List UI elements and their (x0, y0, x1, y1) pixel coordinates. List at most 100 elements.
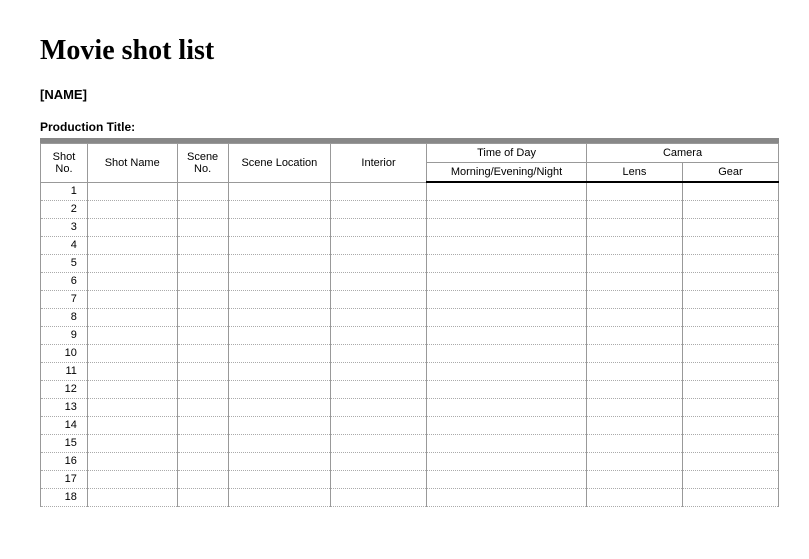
cell-empty[interactable] (87, 290, 177, 308)
cell-empty[interactable] (682, 416, 778, 434)
cell-empty[interactable] (427, 362, 587, 380)
cell-empty[interactable] (427, 344, 587, 362)
cell-empty[interactable] (587, 290, 683, 308)
cell-empty[interactable] (682, 470, 778, 488)
cell-empty[interactable] (587, 326, 683, 344)
cell-empty[interactable] (587, 452, 683, 470)
cell-empty[interactable] (427, 452, 587, 470)
cell-empty[interactable] (427, 488, 587, 506)
cell-empty[interactable] (331, 290, 427, 308)
cell-empty[interactable] (177, 200, 228, 218)
cell-empty[interactable] (331, 452, 427, 470)
cell-empty[interactable] (682, 218, 778, 236)
cell-empty[interactable] (228, 488, 330, 506)
cell-empty[interactable] (587, 272, 683, 290)
cell-empty[interactable] (331, 470, 427, 488)
cell-empty[interactable] (87, 380, 177, 398)
cell-empty[interactable] (682, 452, 778, 470)
cell-shot-no[interactable]: 17 (41, 470, 88, 488)
cell-empty[interactable] (427, 380, 587, 398)
cell-empty[interactable] (87, 326, 177, 344)
cell-empty[interactable] (87, 434, 177, 452)
cell-empty[interactable] (228, 470, 330, 488)
cell-empty[interactable] (682, 200, 778, 218)
cell-empty[interactable] (587, 344, 683, 362)
cell-empty[interactable] (228, 308, 330, 326)
cell-empty[interactable] (587, 236, 683, 254)
cell-empty[interactable] (228, 416, 330, 434)
cell-shot-no[interactable]: 11 (41, 362, 88, 380)
cell-empty[interactable] (427, 290, 587, 308)
cell-empty[interactable] (682, 290, 778, 308)
cell-empty[interactable] (228, 200, 330, 218)
cell-empty[interactable] (177, 344, 228, 362)
cell-empty[interactable] (682, 344, 778, 362)
cell-empty[interactable] (331, 272, 427, 290)
cell-empty[interactable] (682, 398, 778, 416)
cell-empty[interactable] (587, 488, 683, 506)
cell-empty[interactable] (331, 362, 427, 380)
cell-empty[interactable] (587, 470, 683, 488)
cell-empty[interactable] (177, 326, 228, 344)
cell-empty[interactable] (228, 434, 330, 452)
cell-empty[interactable] (427, 470, 587, 488)
cell-empty[interactable] (87, 182, 177, 200)
cell-empty[interactable] (87, 254, 177, 272)
cell-empty[interactable] (228, 290, 330, 308)
cell-empty[interactable] (587, 218, 683, 236)
cell-empty[interactable] (331, 326, 427, 344)
cell-empty[interactable] (177, 488, 228, 506)
cell-empty[interactable] (87, 200, 177, 218)
cell-empty[interactable] (682, 308, 778, 326)
cell-empty[interactable] (331, 218, 427, 236)
cell-empty[interactable] (87, 308, 177, 326)
cell-empty[interactable] (682, 236, 778, 254)
cell-empty[interactable] (587, 434, 683, 452)
cell-empty[interactable] (331, 434, 427, 452)
cell-shot-no[interactable]: 16 (41, 452, 88, 470)
cell-empty[interactable] (228, 236, 330, 254)
cell-empty[interactable] (177, 434, 228, 452)
cell-empty[interactable] (682, 182, 778, 200)
cell-empty[interactable] (682, 380, 778, 398)
cell-empty[interactable] (228, 362, 330, 380)
cell-empty[interactable] (177, 236, 228, 254)
cell-empty[interactable] (682, 488, 778, 506)
cell-empty[interactable] (427, 254, 587, 272)
cell-shot-no[interactable]: 1 (41, 182, 88, 200)
cell-empty[interactable] (682, 434, 778, 452)
cell-empty[interactable] (427, 326, 587, 344)
cell-empty[interactable] (331, 488, 427, 506)
cell-empty[interactable] (228, 182, 330, 200)
cell-empty[interactable] (331, 182, 427, 200)
cell-empty[interactable] (427, 398, 587, 416)
cell-empty[interactable] (682, 362, 778, 380)
cell-empty[interactable] (228, 452, 330, 470)
cell-empty[interactable] (228, 272, 330, 290)
cell-empty[interactable] (177, 380, 228, 398)
cell-empty[interactable] (331, 308, 427, 326)
cell-empty[interactable] (427, 272, 587, 290)
cell-empty[interactable] (177, 416, 228, 434)
cell-empty[interactable] (87, 470, 177, 488)
cell-empty[interactable] (682, 326, 778, 344)
cell-empty[interactable] (87, 398, 177, 416)
cell-shot-no[interactable]: 12 (41, 380, 88, 398)
cell-empty[interactable] (427, 182, 587, 200)
cell-shot-no[interactable]: 9 (41, 326, 88, 344)
cell-shot-no[interactable]: 2 (41, 200, 88, 218)
cell-empty[interactable] (587, 416, 683, 434)
cell-empty[interactable] (228, 398, 330, 416)
cell-empty[interactable] (87, 488, 177, 506)
cell-empty[interactable] (427, 308, 587, 326)
cell-empty[interactable] (427, 434, 587, 452)
cell-empty[interactable] (177, 308, 228, 326)
cell-empty[interactable] (87, 416, 177, 434)
cell-empty[interactable] (587, 308, 683, 326)
cell-shot-no[interactable]: 8 (41, 308, 88, 326)
cell-shot-no[interactable]: 18 (41, 488, 88, 506)
cell-shot-no[interactable]: 4 (41, 236, 88, 254)
cell-empty[interactable] (177, 218, 228, 236)
cell-shot-no[interactable]: 3 (41, 218, 88, 236)
cell-empty[interactable] (87, 236, 177, 254)
